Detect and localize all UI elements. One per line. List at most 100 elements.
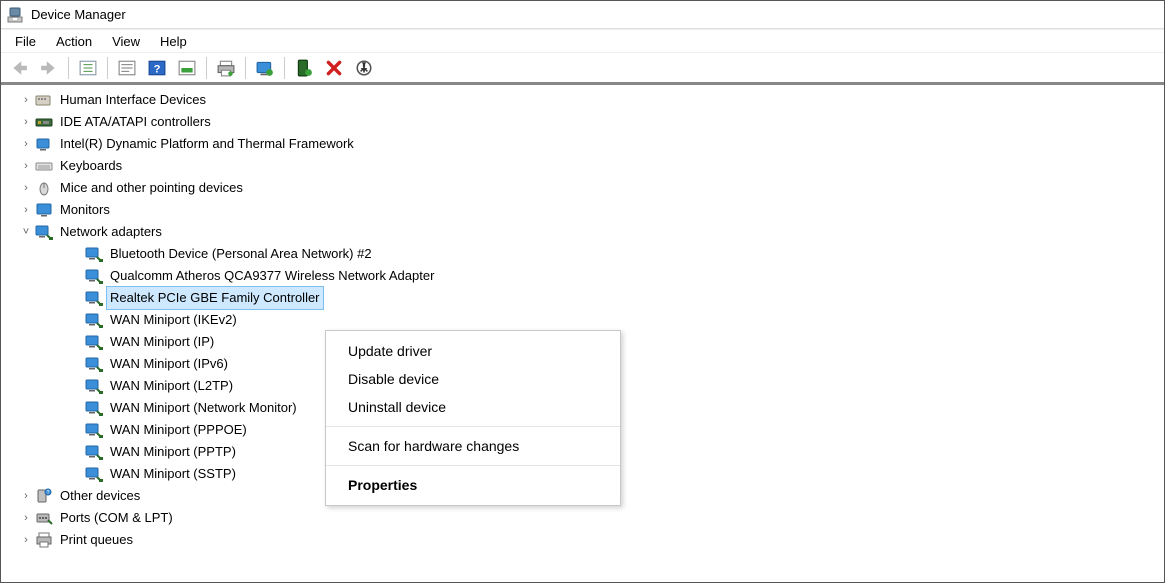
tree-device-label: WAN Miniport (SSTP) [107,463,239,485]
tree-category-printq[interactable]: › Print queues [19,529,1164,551]
toolbar-separator [206,57,207,79]
help-icon[interactable]: ? [143,56,171,80]
expand-toggle-icon[interactable]: › [19,89,33,111]
net-icon [85,246,103,262]
net-icon [85,466,103,482]
scan-hardware-icon[interactable] [350,56,378,80]
arrow-left-icon [5,56,33,80]
tree-device-label: Realtek PCIe GBE Family Controller [107,287,323,309]
window-title: Device Manager [31,7,126,22]
titlebar: Device Manager [1,1,1164,29]
properties-icon[interactable] [113,56,141,80]
show-hide-tree-icon[interactable] [74,56,102,80]
update-driver-icon[interactable] [251,56,279,80]
tree-category-ide[interactable]: › IDE ATA/ATAPI controllers [19,111,1164,133]
expand-toggle-icon[interactable]: › [19,199,33,221]
net-icon [85,312,103,328]
context-menu: Update driverDisable deviceUninstall dev… [325,330,621,506]
tree-category-hid[interactable]: › Human Interface Devices [19,89,1164,111]
expand-toggle-icon[interactable]: ˅ [19,221,33,243]
menu-view[interactable]: View [102,32,150,51]
tree-device-item[interactable]: ›WAN Miniport (IKEv2) [19,309,1164,331]
uninstall-icon[interactable] [320,56,348,80]
svg-text:?: ? [154,63,161,75]
tree-device-label: WAN Miniport (Network Monitor) [107,397,300,419]
expand-toggle-icon[interactable]: › [19,133,33,155]
tree-category-dptf[interactable]: › Intel(R) Dynamic Platform and Thermal F… [19,133,1164,155]
arrow-right-icon [35,56,63,80]
menubar: File Action View Help [1,29,1164,53]
tree-device-label: Qualcomm Atheros QCA9377 Wireless Networ… [107,265,437,287]
mouse-icon [35,180,53,196]
tree-category-ports[interactable]: › Ports (COM & LPT) [19,507,1164,529]
printer-icon [35,532,53,548]
tree-category-label: Human Interface Devices [57,89,209,111]
svg-text:?: ? [47,490,50,496]
toolbar-separator [284,57,285,79]
tree-device-item[interactable]: ›Bluetooth Device (Personal Area Network… [19,243,1164,265]
expand-toggle-icon[interactable]: › [19,529,33,551]
menu-file[interactable]: File [5,32,46,51]
context-menu-item[interactable]: Disable device [326,365,620,393]
toolbar-separator [68,57,69,79]
tree-category-keyboards[interactable]: › Keyboards [19,155,1164,177]
keyboard-icon [35,158,53,174]
expand-toggle-icon[interactable]: › [19,485,33,507]
net-icon [85,356,103,372]
tree-category-label: Monitors [57,199,113,221]
context-menu-separator [326,426,620,427]
net-icon [85,444,103,460]
tree-category-label: Ports (COM & LPT) [57,507,176,529]
expand-toggle-icon[interactable]: › [19,155,33,177]
expand-toggle-icon[interactable]: › [19,177,33,199]
tree-device-item[interactable]: ›Qualcomm Atheros QCA9377 Wireless Netwo… [19,265,1164,287]
menu-action[interactable]: Action [46,32,102,51]
tree-category-mice[interactable]: › Mice and other pointing devices [19,177,1164,199]
net-icon [85,422,103,438]
platform-icon [35,136,53,152]
tree-category-label: Intel(R) Dynamic Platform and Thermal Fr… [57,133,357,155]
hid-icon [35,92,53,108]
enable-device-icon[interactable] [290,56,318,80]
context-menu-item[interactable]: Properties [326,471,620,499]
toolbar: ? [1,53,1164,85]
device-manager-icon [7,7,23,23]
monitor-icon [35,202,53,218]
tree-category-label: IDE ATA/ATAPI controllers [57,111,214,133]
net-icon [35,224,53,240]
tree-category-label: Keyboards [57,155,125,177]
context-menu-separator [326,465,620,466]
toolbar-separator [245,57,246,79]
tree-category-label: Print queues [57,529,136,551]
tree-device-label: WAN Miniport (L2TP) [107,375,236,397]
tree-category-label: Other devices [57,485,143,507]
tree-device-label: WAN Miniport (IP) [107,331,217,353]
context-menu-item[interactable]: Update driver [326,337,620,365]
tree-device-label: Bluetooth Device (Personal Area Network)… [107,243,375,265]
tree-category-label: Network adapters [57,221,165,243]
net-icon [85,334,103,350]
expand-toggle-icon[interactable]: › [19,111,33,133]
port-icon [35,510,53,526]
net-icon [85,378,103,394]
tree-device-label: WAN Miniport (IPv6) [107,353,231,375]
ide-icon [35,114,53,130]
net-icon [85,400,103,416]
tree-device-item[interactable]: ›Realtek PCIe GBE Family Controller [19,287,1164,309]
net-icon [85,290,103,306]
refresh-icon[interactable] [173,56,201,80]
tree-device-label: WAN Miniport (IKEv2) [107,309,240,331]
other-icon: ? [35,488,53,504]
tree-device-label: WAN Miniport (PPPOE) [107,419,250,441]
context-menu-item[interactable]: Scan for hardware changes [326,432,620,460]
expand-toggle-icon[interactable]: › [19,507,33,529]
toolbar-separator [107,57,108,79]
print-icon[interactable] [212,56,240,80]
context-menu-item[interactable]: Uninstall device [326,393,620,421]
tree-category-net[interactable]: ˅ Network adapters [19,221,1164,243]
net-icon [85,268,103,284]
tree-category-monitors[interactable]: › Monitors [19,199,1164,221]
tree-category-label: Mice and other pointing devices [57,177,246,199]
tree-device-label: WAN Miniport (PPTP) [107,441,239,463]
menu-help[interactable]: Help [150,32,197,51]
